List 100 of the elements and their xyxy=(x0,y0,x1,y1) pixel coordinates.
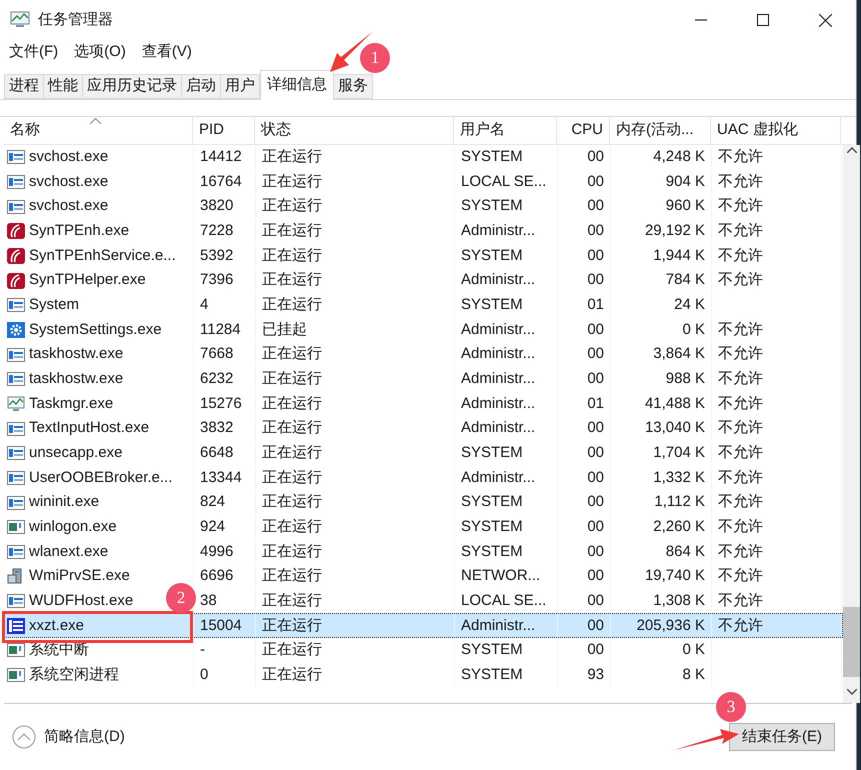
tab[interactable]: 应用历史记录 xyxy=(83,74,182,99)
process-name: unsecapp.exe xyxy=(29,442,122,463)
process-name: taskhostw.exe xyxy=(29,368,124,389)
tab[interactable]: 进程 xyxy=(4,74,44,99)
table-row[interactable]: svchost.exe 3820 正在运行 SYSTEM 00 960 K 不允许 xyxy=(4,194,843,219)
process-name: wininit.exe xyxy=(29,492,100,512)
user-cell-text: SYSTEM xyxy=(461,492,523,512)
tab[interactable]: 性能 xyxy=(44,74,83,99)
uac-cell-text: 不允许 xyxy=(718,344,763,364)
pid-cell-text: 7396 xyxy=(200,270,234,290)
details-toggle[interactable]: 简略信息(D) xyxy=(12,725,125,749)
tab[interactable]: 用户 xyxy=(221,74,260,99)
column-header[interactable]: PID xyxy=(199,119,224,142)
user-cell-text: LOCAL SE... xyxy=(461,172,546,192)
process-name: WUDFHost.exe xyxy=(29,590,134,611)
cpu-cell-text: 00 xyxy=(587,442,604,463)
column-header[interactable]: 名称 xyxy=(10,119,40,142)
pid-cell-text: 5392 xyxy=(200,246,234,266)
table-row[interactable]: SynTPEnh.exe 7228 正在运行 Administr... 00 29,192 K 不允许 xyxy=(4,218,843,244)
user-cell-text: Administr... xyxy=(461,344,536,364)
memory-cell-text: 13,040 K xyxy=(644,418,705,438)
table-row[interactable]: wininit.exe 824 正在运行 SYSTEM 00 1,112 K 不允许 xyxy=(4,490,843,515)
table-row[interactable]: SynTPEnhService.e... 5392 正在运行 SYSTEM 00 1,944 K 不允许 xyxy=(4,244,843,268)
table-row[interactable]: svchost.exe 14412 正在运行 SYSTEM 00 4,248 K 不允许 xyxy=(4,145,843,170)
uac-cell-text: 不允许 xyxy=(718,246,763,266)
memory-cell-text: 3,864 K xyxy=(653,344,705,364)
menu-item[interactable]: 查看(V) xyxy=(142,40,192,64)
table-row[interactable]: svchost.exe 16764 正在运行 LOCAL SE... 00 904 K 不允许 xyxy=(4,170,843,194)
touchpad-icon xyxy=(7,248,25,264)
table-row[interactable]: wlanext.exe 4996 正在运行 SYSTEM 00 864 K 不允许 xyxy=(4,540,843,564)
memory-cell-text: 41,488 K xyxy=(644,394,705,414)
process-name: 系统空闲进程 xyxy=(29,664,119,685)
user-cell-text: Administr... xyxy=(461,616,536,636)
user-cell-text: SYSTEM xyxy=(461,640,523,660)
window-icon xyxy=(7,544,25,560)
table-row[interactable]: SynTPHelper.exe 7396 正在运行 Administr... 00 784 K 不允许 xyxy=(4,268,843,293)
column-header[interactable]: 用户名 xyxy=(460,119,505,142)
status-cell-text: 正在运行 xyxy=(262,368,322,389)
process-name: svchost.exe xyxy=(29,172,108,192)
table-row[interactable]: xxzt.exe 15004 正在运行 Administr... 00 205,936 K 不允许 xyxy=(4,613,843,638)
pid-cell-text: 16764 xyxy=(200,172,242,192)
monitor-icon xyxy=(7,396,25,412)
tab[interactable]: 详细信息 xyxy=(260,70,334,100)
user-cell-text: NETWOR... xyxy=(461,566,540,586)
uac-cell-text: 不允许 xyxy=(718,492,763,512)
column-header[interactable]: 内存(活动... xyxy=(616,119,694,142)
user-cell-text: SYSTEM xyxy=(461,295,523,316)
column-header[interactable]: UAC 虚拟化 xyxy=(717,119,798,142)
scrollbar[interactable] xyxy=(843,145,860,703)
status-cell-text: 正在运行 xyxy=(262,664,322,685)
table-row[interactable]: System 4 正在运行 SYSTEM 01 24 K xyxy=(4,292,843,318)
pid-cell-text: 7668 xyxy=(200,344,234,364)
table-row[interactable]: taskhostw.exe 7668 正在运行 Administr... 00 3,864 K 不允许 xyxy=(4,342,843,367)
uac-cell-text: 不允许 xyxy=(718,590,763,611)
gear-icon xyxy=(7,322,25,338)
memory-cell-text: 29,192 K xyxy=(644,221,705,242)
table-row[interactable]: UserOOBEBroker.e... 13344 正在运行 Administr... 00 1,332 K 不允许 xyxy=(4,466,843,490)
cpu-cell-text: 00 xyxy=(587,196,604,216)
table-row[interactable]: 系统空闲进程 0 正在运行 SYSTEM 93 8 K xyxy=(4,662,843,688)
memory-cell-text: 4,248 K xyxy=(653,147,705,168)
cpu-cell-text: 00 xyxy=(587,320,604,340)
user-cell-text: Administr... xyxy=(461,221,536,242)
uac-cell-text: 不允许 xyxy=(718,368,763,389)
process-name: xxzt.exe xyxy=(29,616,84,636)
table-row[interactable]: SystemSettings.exe 11284 已挂起 Administr... 00 0 K 不允许 xyxy=(4,318,843,342)
menu-item[interactable]: 选项(O) xyxy=(74,40,126,64)
cpu-cell-text: 00 xyxy=(587,368,604,389)
table-row[interactable]: TextInputHost.exe 3832 正在运行 Administr... 00 13,040 K 不允许 xyxy=(4,416,843,441)
uac-cell-text: 不允许 xyxy=(718,418,763,438)
window-icon xyxy=(7,371,25,388)
menu-item[interactable]: 文件(F) xyxy=(9,40,58,64)
cpu-cell-text: 00 xyxy=(587,640,604,660)
uac-cell-text: 不允许 xyxy=(718,468,763,488)
status-cell-text: 正在运行 xyxy=(262,147,322,168)
pid-cell-text: 4996 xyxy=(200,542,234,562)
process-name: wlanext.exe xyxy=(29,542,108,562)
table-row[interactable]: unsecapp.exe 6648 正在运行 SYSTEM 00 1,704 K 不允许 xyxy=(4,440,843,466)
table-row[interactable]: Taskmgr.exe 15276 正在运行 Administr... 01 41,488 K 不允许 xyxy=(4,392,843,416)
pid-cell-text: - xyxy=(200,640,205,660)
tab[interactable]: 服务 xyxy=(334,74,373,99)
memory-cell-text: 19,740 K xyxy=(644,566,705,586)
pid-cell-text: 6232 xyxy=(200,368,234,389)
cpu-cell-text: 00 xyxy=(587,566,604,586)
process-name: SynTPEnhService.e... xyxy=(29,246,176,266)
cpu-cell-text: 00 xyxy=(587,468,604,488)
column-header[interactable]: CPU xyxy=(571,119,603,142)
table-row[interactable]: winlogon.exe 924 正在运行 SYSTEM 00 2,260 K 不允许 xyxy=(4,514,843,540)
window-icon xyxy=(7,470,25,486)
end-task-button[interactable]: 结束任务(E) xyxy=(729,723,835,751)
scroll-thumb[interactable] xyxy=(843,607,860,677)
column-header[interactable]: 状态 xyxy=(261,119,291,142)
uac-cell-text: 不允许 xyxy=(718,516,763,537)
table-row[interactable]: taskhostw.exe 6232 正在运行 Administr... 00 988 K 不允许 xyxy=(4,366,843,392)
status-cell-text: 正在运行 xyxy=(262,616,322,636)
tab[interactable]: 启动 xyxy=(182,74,221,99)
uac-cell-text: 不允许 xyxy=(718,542,763,562)
cpu-cell-text: 00 xyxy=(587,542,604,562)
process-name: System xyxy=(29,295,80,316)
user-cell-text: Administr... xyxy=(461,320,536,340)
uac-cell-text: 不允许 xyxy=(718,394,763,414)
